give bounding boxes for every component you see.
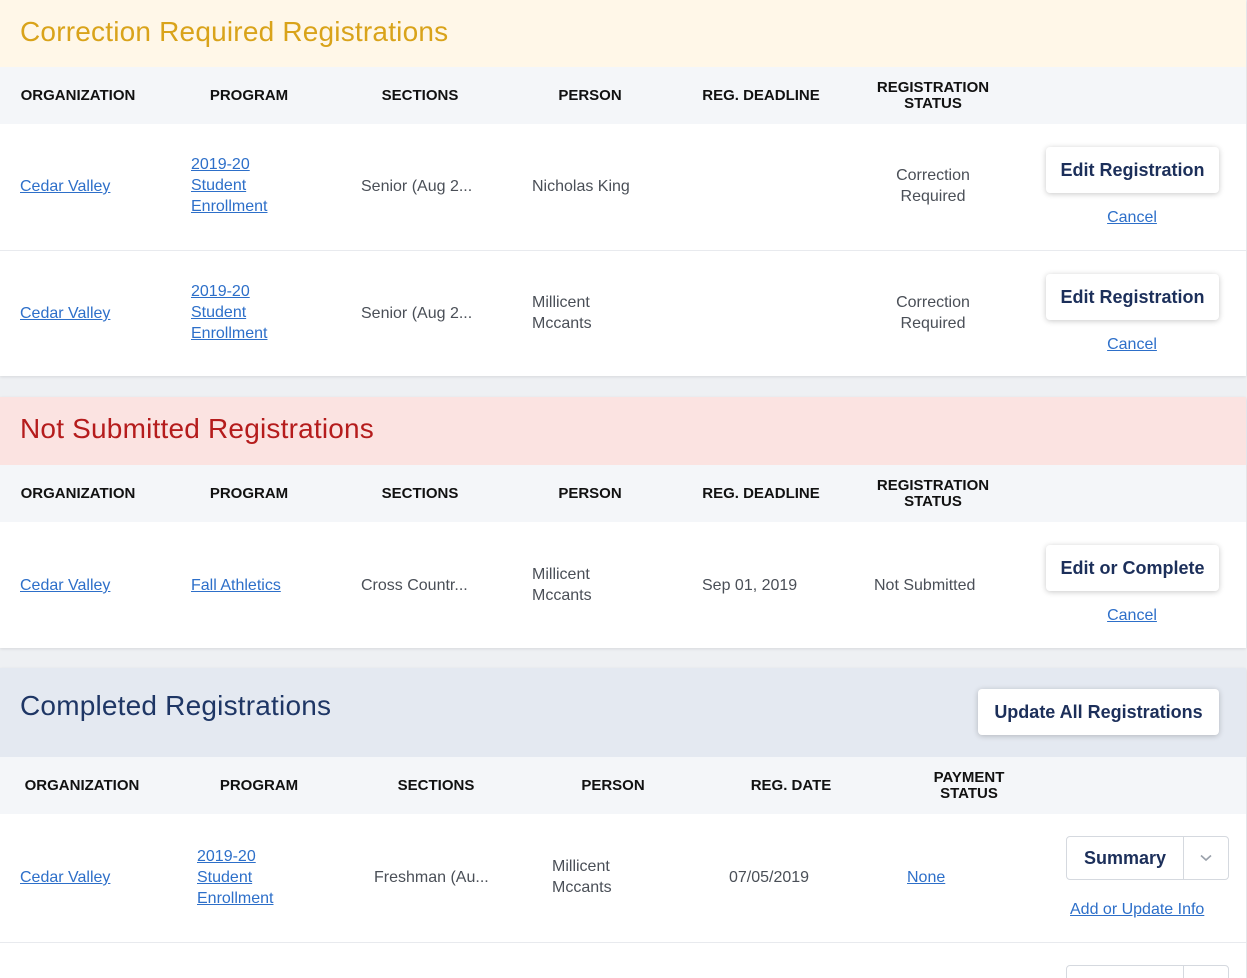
- summary-button[interactable]: [1067, 966, 1184, 978]
- table-row: Cedar Valley 2019-20 Student Enrollment …: [0, 814, 1246, 942]
- program-link[interactable]: 2019-20 Student Enrollment: [197, 846, 297, 909]
- table-header: ORGANIZATION PROGRAM SECTIONS PERSON REG…: [0, 757, 1246, 814]
- payment-status-link[interactable]: None: [907, 867, 945, 888]
- col-sections: SECTIONS: [381, 87, 459, 104]
- col-program: PROGRAM: [209, 87, 289, 104]
- sections-value: Senior (Aug 2...: [361, 178, 473, 195]
- sections-value: Cross Countr...: [361, 577, 468, 594]
- col-program: PROGRAM: [219, 777, 299, 794]
- col-sections: SECTIONS: [397, 777, 475, 794]
- col-sections: SECTIONS: [381, 485, 459, 502]
- status-value: Not Submitted: [874, 577, 976, 594]
- col-registration-status: REGISTRATION STATUS: [876, 79, 990, 112]
- section-title: Correction Required Registrations: [20, 16, 449, 47]
- deadline-value: Sep 01, 2019: [702, 577, 798, 594]
- col-person: PERSON: [558, 485, 622, 502]
- reg-date-value: 07/05/2019: [729, 869, 810, 886]
- update-all-registrations-button[interactable]: Update All Registrations: [978, 689, 1219, 735]
- table-row-partial: [0, 942, 1246, 978]
- organization-link[interactable]: Cedar Valley: [20, 867, 110, 888]
- col-program: PROGRAM: [209, 485, 289, 502]
- sections-value: Freshman (Au...: [374, 869, 489, 886]
- not-submitted-section: Not Submitted Registrations ORGANIZATION…: [0, 397, 1246, 648]
- table-row: Cedar Valley 2019-20 Student Enrollment …: [0, 124, 1246, 250]
- completed-section: Completed Registrations Update All Regis…: [0, 668, 1246, 978]
- table-header: ORGANIZATION PROGRAM SECTIONS PERSON REG…: [0, 465, 1246, 522]
- col-registration-status: REGISTRATION STATUS: [876, 477, 990, 510]
- cancel-link[interactable]: Cancel: [1107, 605, 1157, 626]
- edit-registration-button[interactable]: Edit Registration: [1046, 274, 1219, 320]
- table-header: ORGANIZATION PROGRAM SECTIONS PERSON REG…: [0, 67, 1246, 124]
- add-or-update-info-link[interactable]: Add or Update Info: [1070, 899, 1204, 920]
- col-organization: ORGANIZATION: [20, 87, 136, 104]
- col-payment-status: PAYMENT STATUS: [933, 769, 1005, 802]
- section-title: Completed Registrations: [20, 690, 332, 721]
- summary-split-button: [1066, 965, 1229, 978]
- correction-required-section: Correction Required Registrations ORGANI…: [0, 0, 1246, 376]
- col-organization: ORGANIZATION: [20, 485, 136, 502]
- program-link[interactable]: 2019-20 Student Enrollment: [191, 281, 291, 344]
- person-value: Millicent Mccants: [532, 566, 592, 604]
- program-link[interactable]: 2019-20 Student Enrollment: [191, 154, 291, 217]
- edit-or-complete-button[interactable]: Edit or Complete: [1046, 545, 1219, 591]
- chevron-down-icon[interactable]: [1184, 837, 1228, 879]
- person-value: Nicholas King: [532, 178, 630, 195]
- col-person: PERSON: [558, 87, 622, 104]
- status-value: Correction Required: [896, 167, 970, 205]
- section-title: Not Submitted Registrations: [20, 413, 375, 444]
- table-row: Cedar Valley 2019-20 Student Enrollment …: [0, 250, 1246, 376]
- program-link[interactable]: Fall Athletics: [191, 575, 281, 596]
- col-reg-deadline: REG. DEADLINE: [702, 485, 820, 502]
- col-person: PERSON: [581, 777, 645, 794]
- summary-split-button: Summary: [1066, 836, 1229, 880]
- correction-required-header: Correction Required Registrations: [0, 0, 1246, 67]
- col-reg-deadline: REG. DEADLINE: [702, 87, 820, 104]
- organization-link[interactable]: Cedar Valley: [20, 575, 110, 596]
- cancel-link[interactable]: Cancel: [1107, 207, 1157, 228]
- person-value: Millicent Mccants: [552, 858, 612, 896]
- sections-value: Senior (Aug 2...: [361, 305, 473, 322]
- table-row: Cedar Valley Fall Athletics Cross Countr…: [0, 522, 1246, 648]
- edit-registration-button[interactable]: Edit Registration: [1046, 147, 1219, 193]
- organization-link[interactable]: Cedar Valley: [20, 176, 110, 197]
- col-organization: ORGANIZATION: [24, 777, 140, 794]
- status-value: Correction Required: [896, 294, 970, 332]
- completed-header: Completed Registrations Update All Regis…: [0, 668, 1246, 757]
- chevron-down-icon[interactable]: [1184, 966, 1228, 978]
- summary-button[interactable]: Summary: [1067, 837, 1184, 879]
- organization-link[interactable]: Cedar Valley: [20, 303, 110, 324]
- person-value: Millicent Mccants: [532, 294, 592, 332]
- cancel-link[interactable]: Cancel: [1107, 334, 1157, 355]
- not-submitted-header: Not Submitted Registrations: [0, 397, 1246, 465]
- col-reg-date: REG. DATE: [750, 777, 832, 794]
